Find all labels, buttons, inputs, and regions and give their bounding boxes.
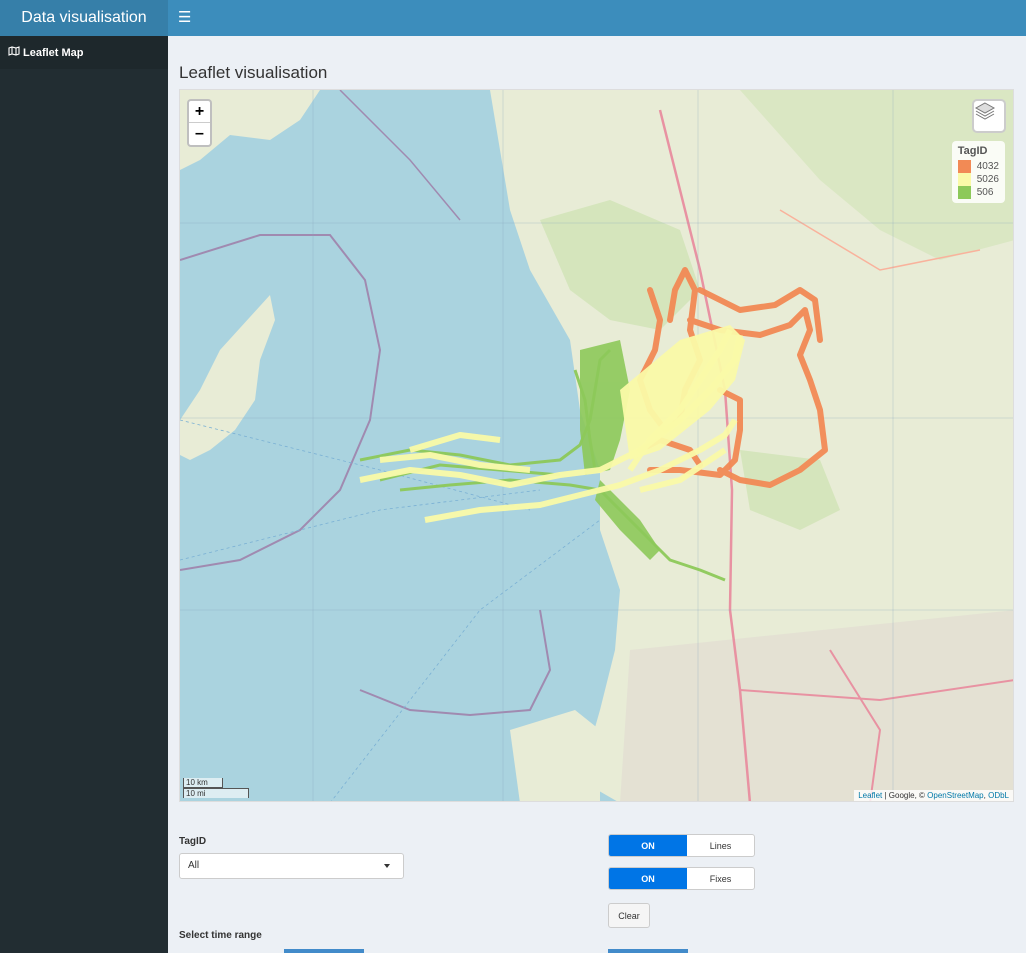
zoom-control: + – [187, 99, 212, 147]
osm-link[interactable]: OpenStreetMap [927, 791, 983, 800]
zoom-in-button[interactable]: + [189, 101, 210, 123]
sidebar-item-label: Leaflet Map [23, 46, 84, 59]
layers-icon [974, 102, 996, 120]
scale-km: 10 km [183, 778, 223, 788]
layers-button[interactable] [972, 99, 1006, 133]
header: Data visualisation ☰ [0, 0, 1026, 36]
fixes-toggle[interactable]: ON Fixes [608, 867, 755, 890]
main-content: Leaflet visualisation + – TagID 4032 502… [168, 36, 1026, 953]
fixes-toggle-on[interactable]: ON [609, 868, 687, 889]
tagid-value: All [188, 860, 200, 871]
legend-swatch [957, 173, 971, 186]
hamburger-icon[interactable]: ☰ [178, 8, 191, 26]
legend-title: TagID [957, 145, 988, 157]
lines-toggle-label[interactable]: Lines [687, 835, 754, 856]
zoom-out-button[interactable]: – [189, 123, 210, 145]
odbl-link[interactable]: ODbL [988, 791, 1009, 800]
map-legend: TagID 4032 5026 506 [951, 141, 1005, 203]
tagid-select[interactable]: All [179, 853, 404, 879]
chevron-down-icon [384, 864, 390, 868]
legend-entry: 5026 [957, 173, 999, 186]
time-range-label: Select time range [179, 930, 262, 941]
legend-label: 5026 [976, 174, 999, 185]
legend-swatch [957, 186, 971, 199]
map-attribution: Leaflet | Google, © OpenStreetMap, ODbL [854, 790, 1013, 801]
lines-toggle-on[interactable]: ON [609, 835, 687, 856]
legend-entry: 4032 [957, 160, 999, 173]
sidebar-item-leaflet-map[interactable]: Leaflet Map [0, 36, 168, 69]
scale-mi: 10 mi [183, 788, 249, 798]
sidebar: Leaflet Map [0, 36, 168, 953]
legend-swatch [957, 160, 971, 173]
map-icon [8, 46, 20, 59]
map-scale: 10 km 10 mi [183, 778, 249, 798]
slider-handle-label[interactable] [608, 949, 688, 953]
map-tiles [180, 90, 1013, 801]
slider-handle-label[interactable] [284, 949, 364, 953]
leaflet-link[interactable]: Leaflet [858, 791, 882, 800]
tagid-label: TagID [179, 836, 207, 847]
legend-label: 4032 [976, 161, 999, 172]
time-range-slider[interactable] [168, 949, 1026, 953]
attribution-text: | Google, © [882, 791, 928, 800]
lines-toggle[interactable]: ON Lines [608, 834, 755, 857]
page-title: Leaflet visualisation [179, 63, 328, 82]
legend-label: 506 [976, 187, 994, 198]
legend-entry: 506 [957, 186, 999, 199]
brand-title[interactable]: Data visualisation [0, 0, 168, 36]
fixes-toggle-label[interactable]: Fixes [687, 868, 754, 889]
clear-button[interactable]: Clear [608, 903, 650, 928]
leaflet-map[interactable]: + – TagID 4032 5026 506 10 km 10 mi Leaf… [179, 89, 1014, 802]
